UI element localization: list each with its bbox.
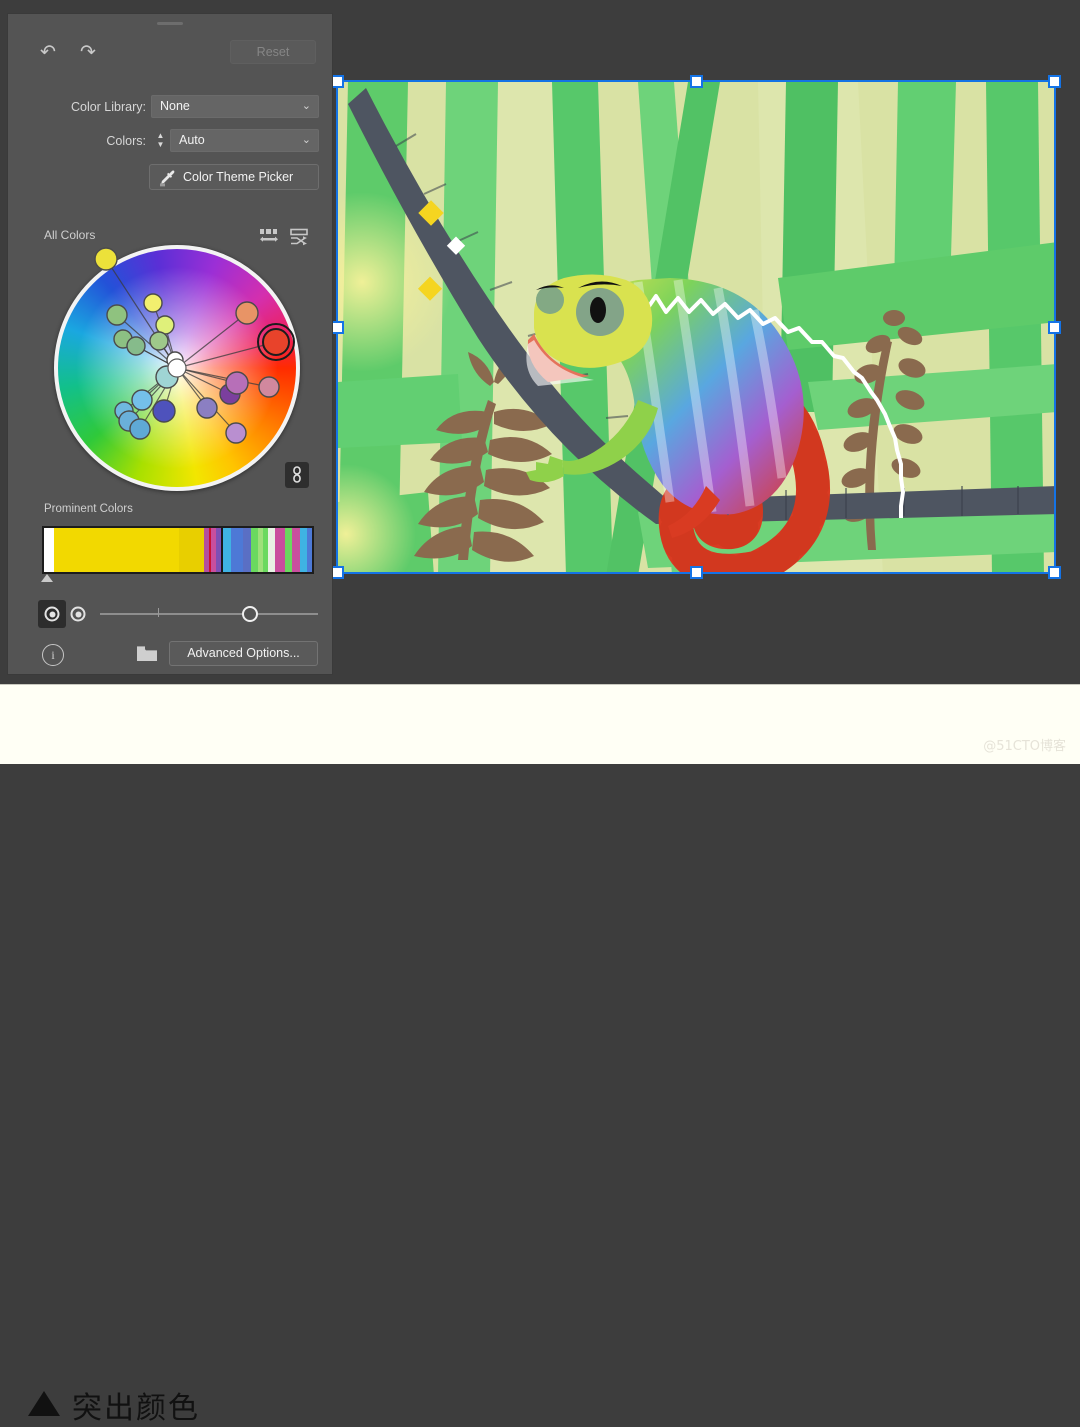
prominent-color-swatch[interactable] (44, 528, 54, 572)
prominent-color-swatch[interactable] (250, 528, 258, 572)
wheel-color-marker[interactable] (155, 315, 175, 335)
color-theme-picker-button[interactable]: Color Theme Picker (149, 164, 319, 190)
colors-label: Colors: (106, 134, 146, 148)
prominent-color-swatch[interactable] (223, 528, 231, 572)
redo-icon[interactable]: ↷ (74, 40, 102, 66)
prominent-color-swatch[interactable] (230, 528, 244, 572)
chain-link-glyph (293, 466, 301, 483)
slider-center-tick (158, 608, 159, 617)
color-library-value: None (160, 99, 190, 113)
prominent-colors-slider-thumb[interactable] (41, 574, 53, 582)
selection-handle-middle-right[interactable] (1048, 321, 1061, 334)
color-wheel[interactable] (54, 245, 300, 491)
prominent-color-swatch[interactable] (267, 528, 276, 572)
advanced-options-button[interactable]: Advanced Options... (169, 641, 318, 666)
wheel-color-marker[interactable] (196, 397, 218, 419)
prominent-color-swatch[interactable] (53, 528, 180, 572)
selection-handle-bottom-center[interactable] (690, 566, 703, 579)
prominent-color-swatch[interactable] (275, 528, 285, 572)
prominent-color-swatch[interactable] (307, 528, 312, 572)
wheel-color-marker[interactable] (262, 328, 290, 356)
selection-handle-top-right[interactable] (1048, 75, 1061, 88)
wheel-color-marker[interactable] (143, 293, 163, 313)
view-colors-radio-icon (70, 606, 86, 622)
artwork-canvas[interactable] (338, 82, 1054, 572)
wheel-color-marker[interactable] (152, 399, 176, 423)
eyedropper-icon (160, 170, 175, 187)
view-colors-toggle[interactable] (64, 600, 92, 628)
selection-handle-top-left[interactable] (331, 75, 344, 88)
prominent-color-swatch[interactable] (179, 528, 204, 572)
chevron-down-icon: ⌄ (301, 134, 311, 146)
wheel-color-marker[interactable] (106, 304, 128, 326)
caption-text: 突出颜色 (72, 1391, 200, 1426)
wheel-color-marker[interactable] (225, 371, 249, 395)
wheel-color-marker[interactable] (258, 376, 280, 398)
wheel-color-marker[interactable] (235, 301, 259, 325)
saturation-slider-track[interactable] (100, 613, 318, 615)
wheel-color-marker[interactable] (94, 247, 118, 271)
artwork-selection[interactable] (331, 75, 1061, 579)
wheel-color-marker[interactable] (149, 331, 169, 351)
wheel-marker-link (176, 367, 270, 388)
prominent-colors-bar[interactable] (42, 526, 314, 574)
prominent-color-swatch[interactable] (284, 528, 293, 572)
prominent-color-swatch[interactable] (299, 528, 308, 572)
panel-toolbar: ↶ ↷ Reset (8, 36, 332, 72)
chevron-down-icon: ⌄ (301, 100, 311, 112)
caption-strip: 突出颜色 @51CTO博客 (0, 684, 1080, 1426)
wheel-base-color-marker[interactable] (167, 358, 187, 378)
colors-value: Auto (179, 133, 205, 147)
color-theme-picker-label: Color Theme Picker (183, 170, 294, 184)
undo-icon[interactable]: ↶ (34, 40, 62, 66)
watermark: @51CTO博客 (983, 739, 1066, 754)
colors-select[interactable]: Auto ⌄ (170, 129, 319, 152)
prominent-colors-label: Prominent Colors (44, 503, 133, 515)
wheel-color-marker[interactable] (129, 418, 151, 440)
selection-handle-bottom-left[interactable] (331, 566, 344, 579)
selection-handle-top-center[interactable] (690, 75, 703, 88)
wheel-marker-link (176, 341, 277, 369)
wheel-color-marker[interactable] (126, 336, 146, 356)
recolor-art-radio-icon (44, 606, 60, 622)
saturation-slider-thumb[interactable] (242, 606, 258, 622)
color-library-label: Color Library: (70, 100, 146, 114)
prominent-color-swatch[interactable] (292, 528, 300, 572)
recolor-art-toggle[interactable] (38, 600, 66, 628)
wheel-marker-link (176, 312, 248, 369)
wheel-color-marker[interactable] (131, 389, 153, 411)
caption-triangle-icon (28, 1391, 60, 1416)
color-wheel-markers[interactable] (54, 245, 300, 491)
canvas-area: ↶ ↷ Reset Color Library: None ⌄ Colors: … (0, 0, 1080, 684)
recolor-artwork-panel: ↶ ↷ Reset Color Library: None ⌄ Colors: … (8, 14, 332, 674)
selection-handle-bottom-right[interactable] (1048, 566, 1061, 579)
wheel-color-marker[interactable] (225, 422, 247, 444)
selection-handle-middle-left[interactable] (331, 321, 344, 334)
panel-bottom-bar: i Advanced Options... (8, 594, 332, 674)
info-icon[interactable]: i (42, 644, 64, 666)
reset-button[interactable]: Reset (230, 40, 316, 64)
prominent-color-swatch[interactable] (243, 528, 251, 572)
chameleon-illustration (338, 82, 1054, 572)
colors-stepper[interactable]: ▲ ▼ (154, 131, 167, 153)
all-colors-label: All Colors (44, 228, 96, 242)
folder-icon[interactable] (136, 645, 158, 663)
link-colors-icon[interactable] (285, 462, 309, 488)
color-library-select[interactable]: None ⌄ (151, 95, 319, 118)
panel-drag-handle[interactable] (157, 22, 183, 25)
